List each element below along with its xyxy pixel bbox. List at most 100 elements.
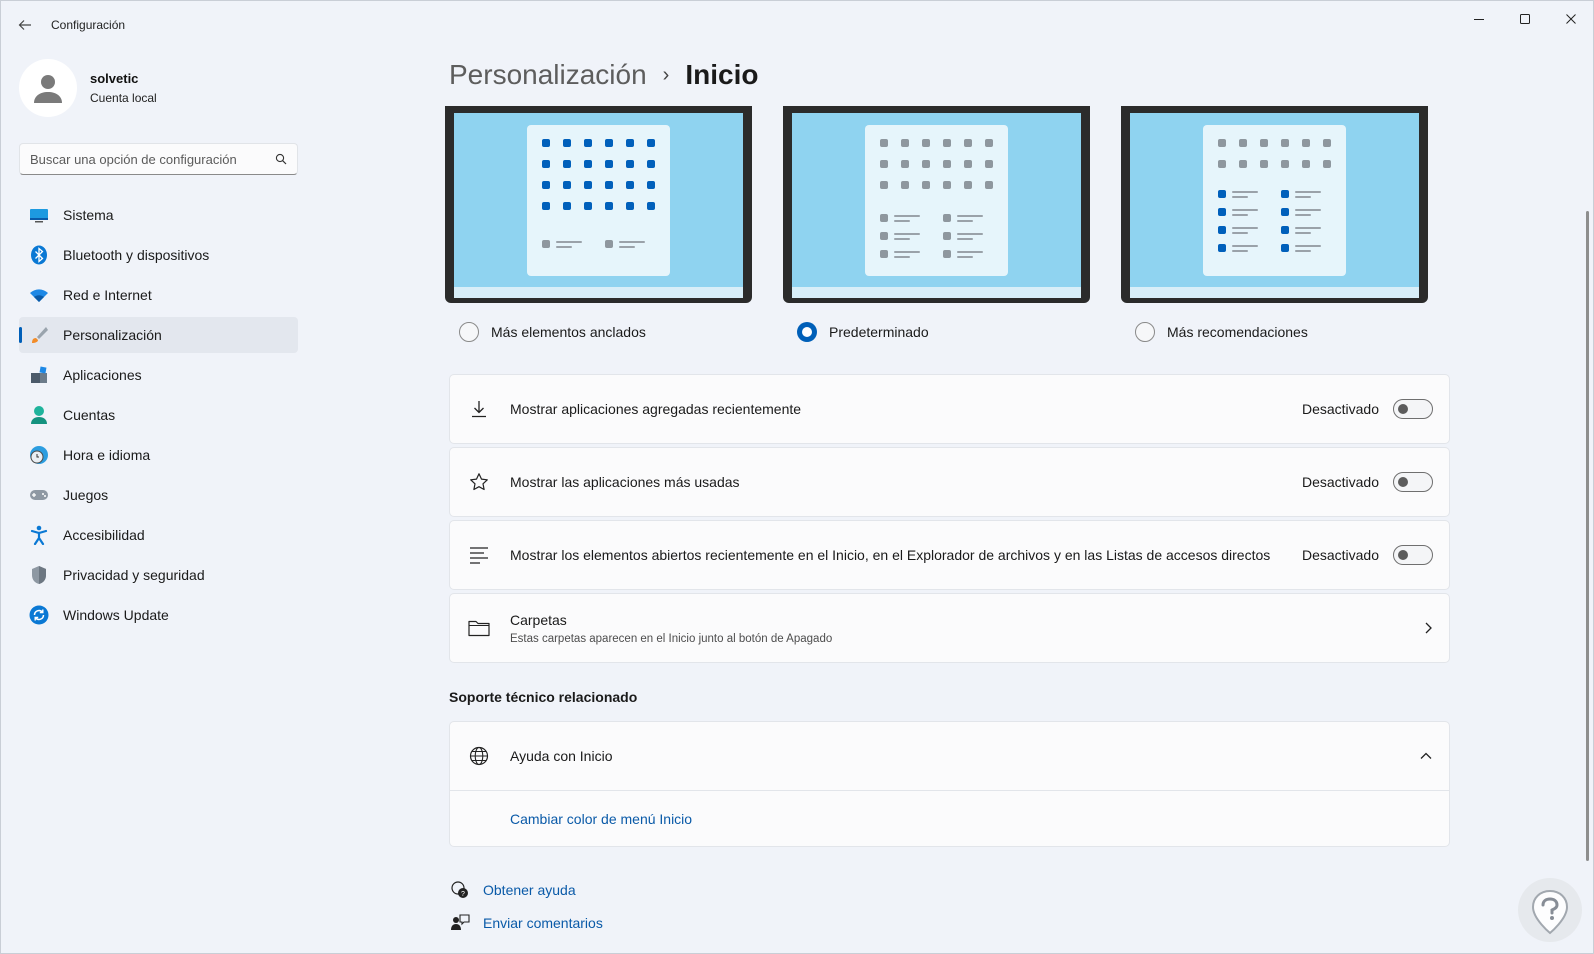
support-section-title: Soporte técnico relacionado: [449, 689, 638, 705]
help-expander-header[interactable]: Ayuda con Inicio: [450, 722, 1449, 790]
minimize-icon: [1474, 19, 1484, 20]
radio-more-recommendations[interactable]: Más recomendaciones: [1135, 322, 1308, 342]
folders-title: Carpetas: [510, 611, 567, 628]
chevron-up-icon: [1420, 752, 1432, 759]
setting-recently-opened: Mostrar los elementos abiertos recientem…: [449, 520, 1450, 590]
apps-icon: [29, 365, 49, 385]
send-feedback-link[interactable]: Enviar comentarios: [449, 912, 603, 934]
preview-start-menu: [865, 125, 1008, 276]
send-feedback-label: Enviar comentarios: [483, 915, 603, 931]
chevron-right-icon: [1425, 622, 1432, 634]
clock-globe-icon: [29, 445, 49, 465]
radio-circle[interactable]: [1135, 322, 1155, 342]
sidebar-item-personalizacion[interactable]: Personalización: [19, 317, 298, 353]
minimize-button[interactable]: [1456, 1, 1502, 37]
sidebar-item-aplicaciones[interactable]: Aplicaciones: [19, 357, 298, 393]
breadcrumb-separator-icon: ›: [662, 63, 670, 86]
layout-preview-more-recommendations[interactable]: [1121, 106, 1428, 303]
sidebar-item-label: Red e Internet: [63, 287, 152, 303]
toggle-switch[interactable]: [1393, 545, 1433, 565]
sidebar-item-cuentas[interactable]: Cuentas: [19, 397, 298, 433]
radio-more-pins[interactable]: Más elementos anclados: [459, 322, 646, 342]
radio-default[interactable]: Predeterminado: [797, 322, 929, 342]
sidebar-item-juegos[interactable]: Juegos: [19, 477, 298, 513]
paint-brush-icon: [29, 325, 49, 345]
wifi-icon: [29, 285, 49, 305]
sidebar-item-label: Juegos: [63, 487, 109, 503]
sidebar-item-label: Sistema: [63, 207, 114, 223]
close-icon: [1566, 14, 1576, 24]
preview-start-menu: [527, 125, 670, 276]
change-start-color-link[interactable]: Cambiar color de menú Inicio: [510, 811, 692, 827]
setting-recently-added: Mostrar aplicaciones agregadas recientem…: [449, 374, 1450, 444]
search-placeholder: Buscar una opción de configuración: [30, 151, 237, 167]
settings-window: Configuración solvetic Cuenta local Busc…: [0, 0, 1594, 954]
sidebar-item-label: Bluetooth y dispositivos: [63, 247, 210, 263]
user-profile[interactable]: solvetic Cuenta local: [19, 59, 157, 117]
get-help-label: Obtener ayuda: [483, 882, 576, 898]
avatar: [19, 59, 77, 117]
main-content: Personalización › Inicio Más elementos a…: [445, 1, 1450, 953]
person-icon: [29, 405, 49, 425]
back-arrow-icon: [18, 20, 31, 30]
back-button[interactable]: [1, 1, 49, 49]
radio-circle[interactable]: [459, 322, 479, 342]
gamepad-icon: [29, 485, 49, 505]
page-title: Inicio: [685, 59, 759, 90]
toggle-status: Desactivado: [1301, 547, 1379, 563]
sidebar-item-red[interactable]: Red e Internet: [19, 277, 298, 313]
preview-screen: [454, 113, 743, 298]
layout-preview-more-pins[interactable]: [445, 106, 752, 303]
layout-preview-default[interactable]: [783, 106, 1090, 303]
setting-folders[interactable]: Carpetas Estas carpetas aparecen en el I…: [449, 593, 1450, 663]
folders-subtitle: Estas carpetas aparecen en el Inicio jun…: [510, 632, 833, 645]
window-title: Configuración: [51, 18, 126, 32]
sidebar-item-label: Hora e idioma: [63, 447, 151, 463]
toggle-status: Desactivado: [1301, 401, 1379, 417]
scrollbar[interactable]: [1586, 211, 1589, 861]
profile-account-type: Cuenta local: [90, 91, 157, 105]
setting-label: Mostrar aplicaciones agregadas recientem…: [510, 401, 802, 417]
setting-label: Mostrar los elementos abiertos recientem…: [510, 547, 1271, 563]
profile-name: solvetic: [90, 71, 139, 86]
search-icon: [275, 153, 287, 165]
sidebar-item-sistema[interactable]: Sistema: [19, 197, 298, 233]
breadcrumb: Personalización › Inicio: [449, 59, 758, 91]
breadcrumb-parent[interactable]: Personalización: [449, 59, 647, 91]
help-chat-icon: ?: [449, 879, 471, 901]
toggle-switch[interactable]: [1393, 472, 1433, 492]
globe-icon: [468, 745, 490, 767]
feedback-icon: [449, 912, 471, 934]
get-help-link[interactable]: ? Obtener ayuda: [449, 879, 576, 901]
watermark-logo-icon: [1518, 878, 1582, 942]
radio-label: Más elementos anclados: [491, 324, 646, 340]
bluetooth-icon: [29, 245, 49, 265]
maximize-icon: [1520, 14, 1530, 24]
star-icon: [468, 471, 490, 493]
sidebar-item-windows-update[interactable]: Windows Update: [19, 597, 298, 633]
sidebar-item-label: Aplicaciones: [63, 367, 142, 383]
sidebar-nav: Sistema Bluetooth y dispositivos Red e I…: [19, 197, 298, 637]
sidebar-item-bluetooth[interactable]: Bluetooth y dispositivos: [19, 237, 298, 273]
accessibility-icon: [29, 525, 49, 545]
maximize-button[interactable]: [1502, 1, 1548, 37]
sidebar-item-hora[interactable]: Hora e idioma: [19, 437, 298, 473]
radio-circle-selected[interactable]: [797, 322, 817, 342]
radio-label: Predeterminado: [829, 324, 929, 340]
update-icon: [29, 605, 49, 625]
help-title: Ayuda con Inicio: [510, 748, 613, 764]
close-button[interactable]: [1548, 1, 1593, 37]
setting-label: Mostrar las aplicaciones más usadas: [510, 474, 740, 490]
svg-text:?: ?: [461, 891, 465, 898]
sidebar-item-accesibilidad[interactable]: Accesibilidad: [19, 517, 298, 553]
sidebar: solvetic Cuenta local Buscar una opción …: [1, 49, 311, 953]
search-input[interactable]: Buscar una opción de configuración: [19, 143, 298, 175]
toggle-switch[interactable]: [1393, 399, 1433, 419]
folder-icon: [468, 617, 490, 639]
sidebar-item-label: Personalización: [63, 327, 162, 343]
sidebar-item-privacidad[interactable]: Privacidad y seguridad: [19, 557, 298, 593]
sidebar-item-label: Windows Update: [63, 607, 169, 623]
preview-screen: [792, 113, 1081, 298]
preview-start-menu: [1203, 125, 1346, 276]
setting-most-used: Mostrar las aplicaciones más usadas Desa…: [449, 447, 1450, 517]
